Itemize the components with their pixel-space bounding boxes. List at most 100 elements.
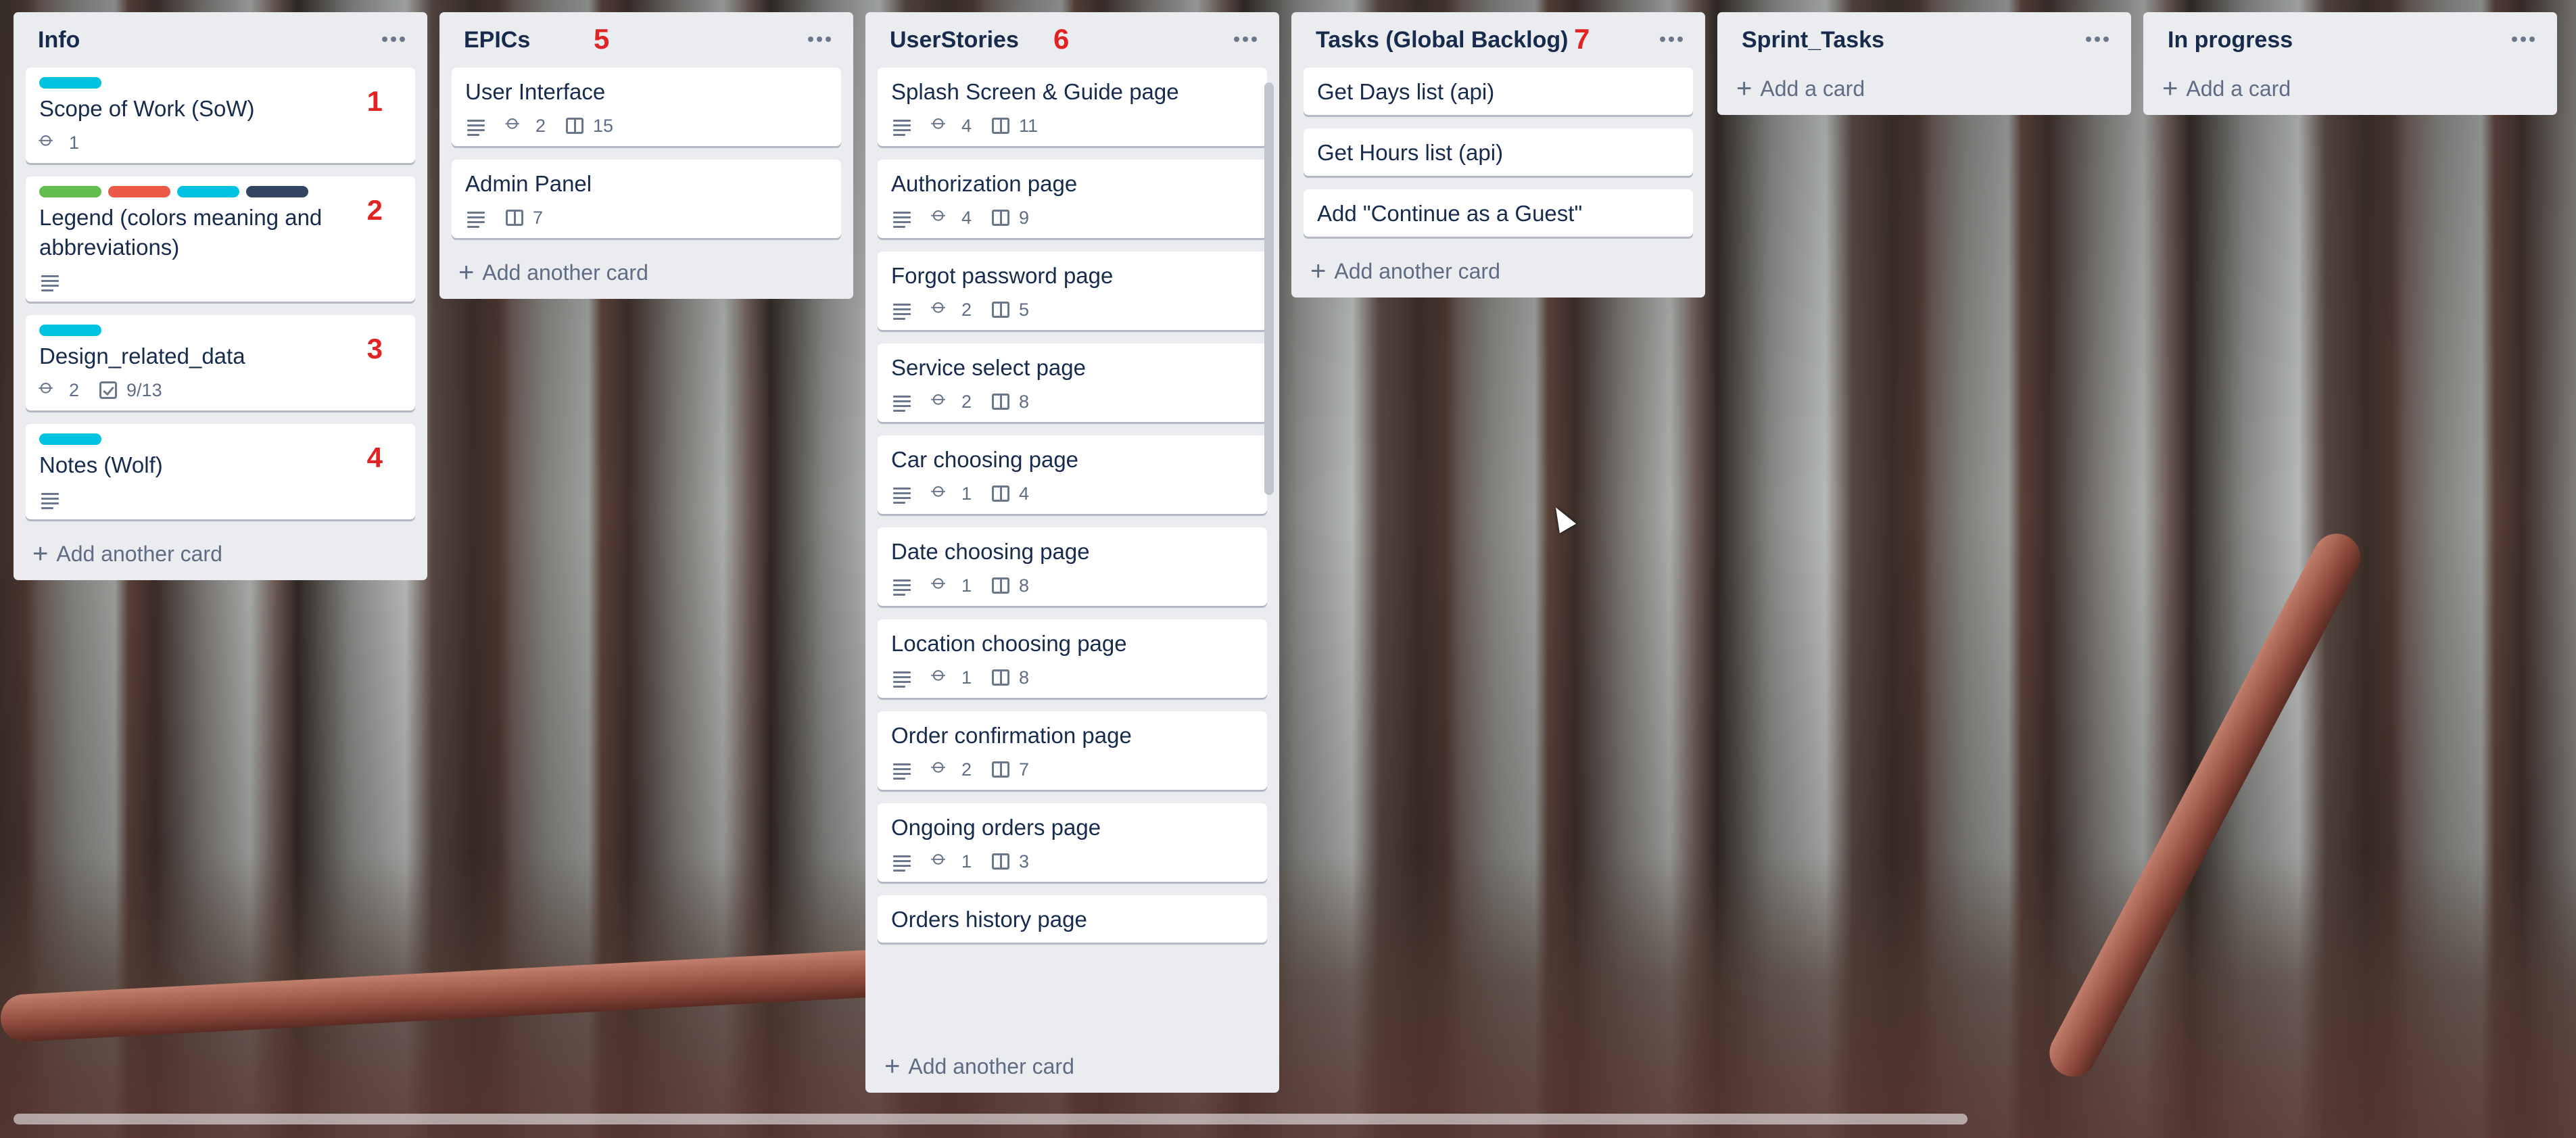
description-icon <box>891 392 911 412</box>
description-badge <box>891 483 911 504</box>
color-label <box>177 186 239 197</box>
description-badge <box>39 489 59 509</box>
list-title[interactable]: In progress <box>2155 27 2293 53</box>
list-tasks-global-backlog: Tasks (Global Backlog) 7 Get Days list (ap… <box>1291 12 1705 298</box>
checklist-badge-count: 9/13 <box>126 379 162 400</box>
description-badge <box>465 116 485 136</box>
card-title: Order confirmation page <box>891 723 1132 748</box>
card-title: Location choosing page <box>891 631 1127 656</box>
card[interactable]: Scope of Work (SoW) 1 ⌀ 1 <box>26 68 415 163</box>
list-title[interactable]: EPICs <box>452 27 530 53</box>
linked-cards-badge-count: 7 <box>1019 759 1030 780</box>
linked-cards-badge-count: 3 <box>1019 851 1030 872</box>
attachments-badge: ⌀ 1 <box>927 662 972 688</box>
card[interactable]: Admin Panel 7 <box>452 160 841 238</box>
checklist-icon <box>99 381 118 399</box>
attachments-badge: ⌀ 1 <box>927 478 972 504</box>
linked-cards-badge: 9 <box>992 208 1029 229</box>
add-card-button[interactable]: + Add a card <box>2155 68 2545 104</box>
list-header[interactable]: Tasks (Global Backlog) 7 <box>1304 12 1693 68</box>
list-menu-ellipsis-icon[interactable] <box>805 26 834 53</box>
card-title: Get Days list (api) <box>1317 79 1495 104</box>
card[interactable]: Forgot password page ⌀ 2 5 <box>878 252 1267 330</box>
add-card-button[interactable]: + Add a card <box>1730 68 2119 104</box>
horizontal-scrollbar[interactable] <box>14 1114 1967 1124</box>
card-title: Add "Continue as a Guest" <box>1317 201 1583 226</box>
description-icon <box>465 208 485 228</box>
card-scroll-area[interactable]: Splash Screen & Guide page ⌀ 4 11 Authorizat… <box>878 68 1267 1045</box>
list-menu-ellipsis-icon[interactable] <box>1656 26 1686 53</box>
linked-cards-badge: 11 <box>992 116 1038 137</box>
description-icon <box>891 483 911 504</box>
card[interactable]: Splash Screen & Guide page ⌀ 4 11 <box>878 68 1267 146</box>
description-icon <box>891 575 911 596</box>
trello-board-icon <box>992 394 1010 410</box>
card-labels <box>39 325 402 336</box>
description-badge <box>891 392 911 412</box>
list-header[interactable]: EPICs 5 <box>452 12 841 68</box>
card[interactable]: Date choosing page ⌀ 1 8 <box>878 527 1267 606</box>
description-icon <box>39 271 59 291</box>
list-header[interactable]: Sprint_Tasks <box>1730 12 2119 68</box>
card[interactable]: Get Days list (api) <box>1304 68 1693 115</box>
card[interactable]: Orders history page <box>878 895 1267 943</box>
plus-icon: + <box>1736 74 1752 103</box>
annotation-number: 2 <box>366 194 383 226</box>
checklist-badge: 9/13 <box>99 380 162 401</box>
attachments-badge-count: 1 <box>961 667 972 688</box>
plus-icon: + <box>32 539 49 569</box>
card-title: Legend (colors meaning and abbreviations… <box>39 205 323 260</box>
list-title[interactable]: Sprint_Tasks <box>1730 27 1884 53</box>
card[interactable]: Get Hours list (api) <box>1304 128 1693 176</box>
linked-cards-badge: 7 <box>506 208 543 229</box>
linked-cards-badge: 15 <box>566 116 613 137</box>
add-card-button[interactable]: + Add another card <box>878 1045 1267 1082</box>
list-epics: EPICs 5 User Interface ⌀ 2 15 Admin Panel 7 + Add… <box>439 12 853 299</box>
card-badges: ⌀ 1 3 <box>891 846 1254 874</box>
list-title[interactable]: Info <box>26 27 80 53</box>
list-title[interactable]: UserStories <box>878 27 1019 53</box>
card[interactable]: Location choosing page ⌀ 1 8 <box>878 619 1267 698</box>
card-title: Splash Screen & Guide page <box>891 79 1179 104</box>
list-in-progress: In progress + Add a card <box>2143 12 2557 115</box>
card[interactable]: Add "Continue as a Guest" <box>1304 189 1693 237</box>
card-badges: ⌀ 2 8 <box>891 386 1254 414</box>
card-badges: ⌀ 1 4 <box>891 478 1254 506</box>
list-menu-ellipsis-icon[interactable] <box>2508 26 2538 53</box>
add-card-button[interactable]: + Add another card <box>1304 250 1693 287</box>
list-title[interactable]: Tasks (Global Backlog) <box>1304 27 1568 53</box>
paperclip-icon: ⌀ <box>501 110 526 135</box>
list-header[interactable]: UserStories 6 <box>878 12 1267 68</box>
card[interactable]: Service select page ⌀ 2 8 <box>878 343 1267 422</box>
linked-cards-badge-count: 8 <box>1019 391 1030 412</box>
plus-icon: + <box>458 258 475 287</box>
card-title: Scope of Work (SoW) <box>39 96 255 121</box>
card[interactable]: Ongoing orders page ⌀ 1 3 <box>878 803 1267 882</box>
paperclip-icon: ⌀ <box>927 294 952 319</box>
card[interactable]: Design_related_data 3 ⌀ 2 9/13 <box>26 315 415 410</box>
add-card-button[interactable]: + Add another card <box>26 533 415 569</box>
list-menu-ellipsis-icon[interactable] <box>2082 26 2112 53</box>
linked-cards-badge-count: 4 <box>1019 483 1030 504</box>
card[interactable]: Authorization page ⌀ 4 9 <box>878 160 1267 238</box>
card[interactable]: User Interface ⌀ 2 15 <box>452 68 841 146</box>
color-label <box>39 325 101 336</box>
list-menu-ellipsis-icon[interactable] <box>379 26 408 53</box>
add-card-button[interactable]: + Add another card <box>452 252 841 288</box>
card[interactable]: Notes (Wolf) 4 <box>26 424 415 519</box>
card[interactable]: Order confirmation page ⌀ 2 7 <box>878 711 1267 790</box>
card-badges: ⌀ 1 8 <box>891 662 1254 690</box>
attachments-badge-count: 2 <box>961 391 972 412</box>
linked-cards-badge: 3 <box>992 851 1029 872</box>
list-header[interactable]: Info <box>26 12 415 68</box>
card[interactable]: Legend (colors meaning and abbreviations… <box>26 176 415 302</box>
vertical-scrollbar[interactable] <box>1264 82 1274 495</box>
linked-cards-badge-count: 15 <box>593 115 614 136</box>
list-header[interactable]: In progress <box>2155 12 2545 68</box>
add-card-label: Add another card <box>482 260 648 285</box>
add-card-label: Add a card <box>2186 76 2291 101</box>
card-badges: ⌀ 2 7 <box>891 754 1254 782</box>
card[interactable]: Car choosing page ⌀ 1 4 <box>878 435 1267 514</box>
linked-cards-badge-count: 7 <box>533 207 544 228</box>
list-menu-ellipsis-icon[interactable] <box>1231 26 1260 53</box>
